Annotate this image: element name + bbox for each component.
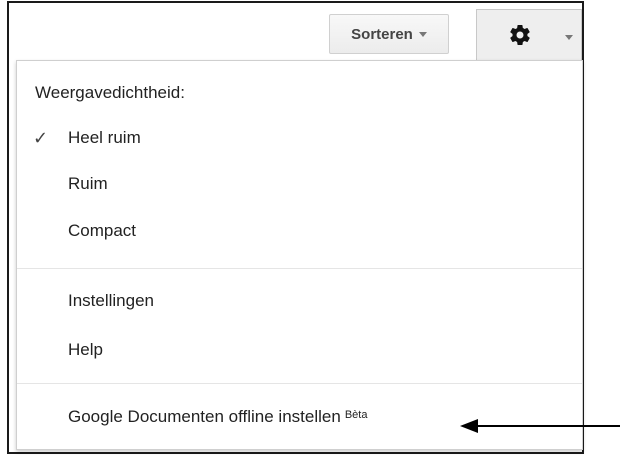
menu-item-label: Help [68,340,103,359]
settings-menu-button[interactable] [476,9,582,61]
checkmark-icon: ✓ [33,128,49,148]
chevron-down-icon [418,31,427,37]
menu-item-label: Google Documenten offline instellen [68,407,341,426]
menu-item-settings[interactable]: Instellingen [17,279,582,323]
menu-divider [17,268,582,269]
beta-badge: Bèta [344,409,368,421]
density-option-compact[interactable]: Compact [17,209,582,253]
menu-item-help[interactable]: Help [17,328,582,372]
density-heading: Weergavedichtheid: [35,83,185,102]
annotation-arrow-icon [460,419,620,433]
settings-dropdown-menu: Weergavedichtheid: ✓ Heel ruim Ruim Comp… [16,60,583,450]
sort-button[interactable]: Sorteren [329,14,449,54]
density-option-ruim[interactable]: Ruim [17,162,582,206]
sort-button-label: Sorteren [351,25,413,43]
menu-item-label: Instellingen [68,291,155,310]
density-option-label: Heel ruim [68,128,141,147]
density-option-label: Ruim [68,174,108,193]
density-option-label: Compact [68,221,137,240]
screenshot-frame: Sorteren Weergavedichtheid: ✓ Heel ruim … [7,1,584,454]
chevron-down-icon [565,35,573,40]
toolbar: Sorteren [9,3,582,61]
gear-icon [510,25,530,46]
menu-divider [17,383,582,384]
density-option-heel-ruim[interactable]: ✓ Heel ruim [17,116,582,160]
